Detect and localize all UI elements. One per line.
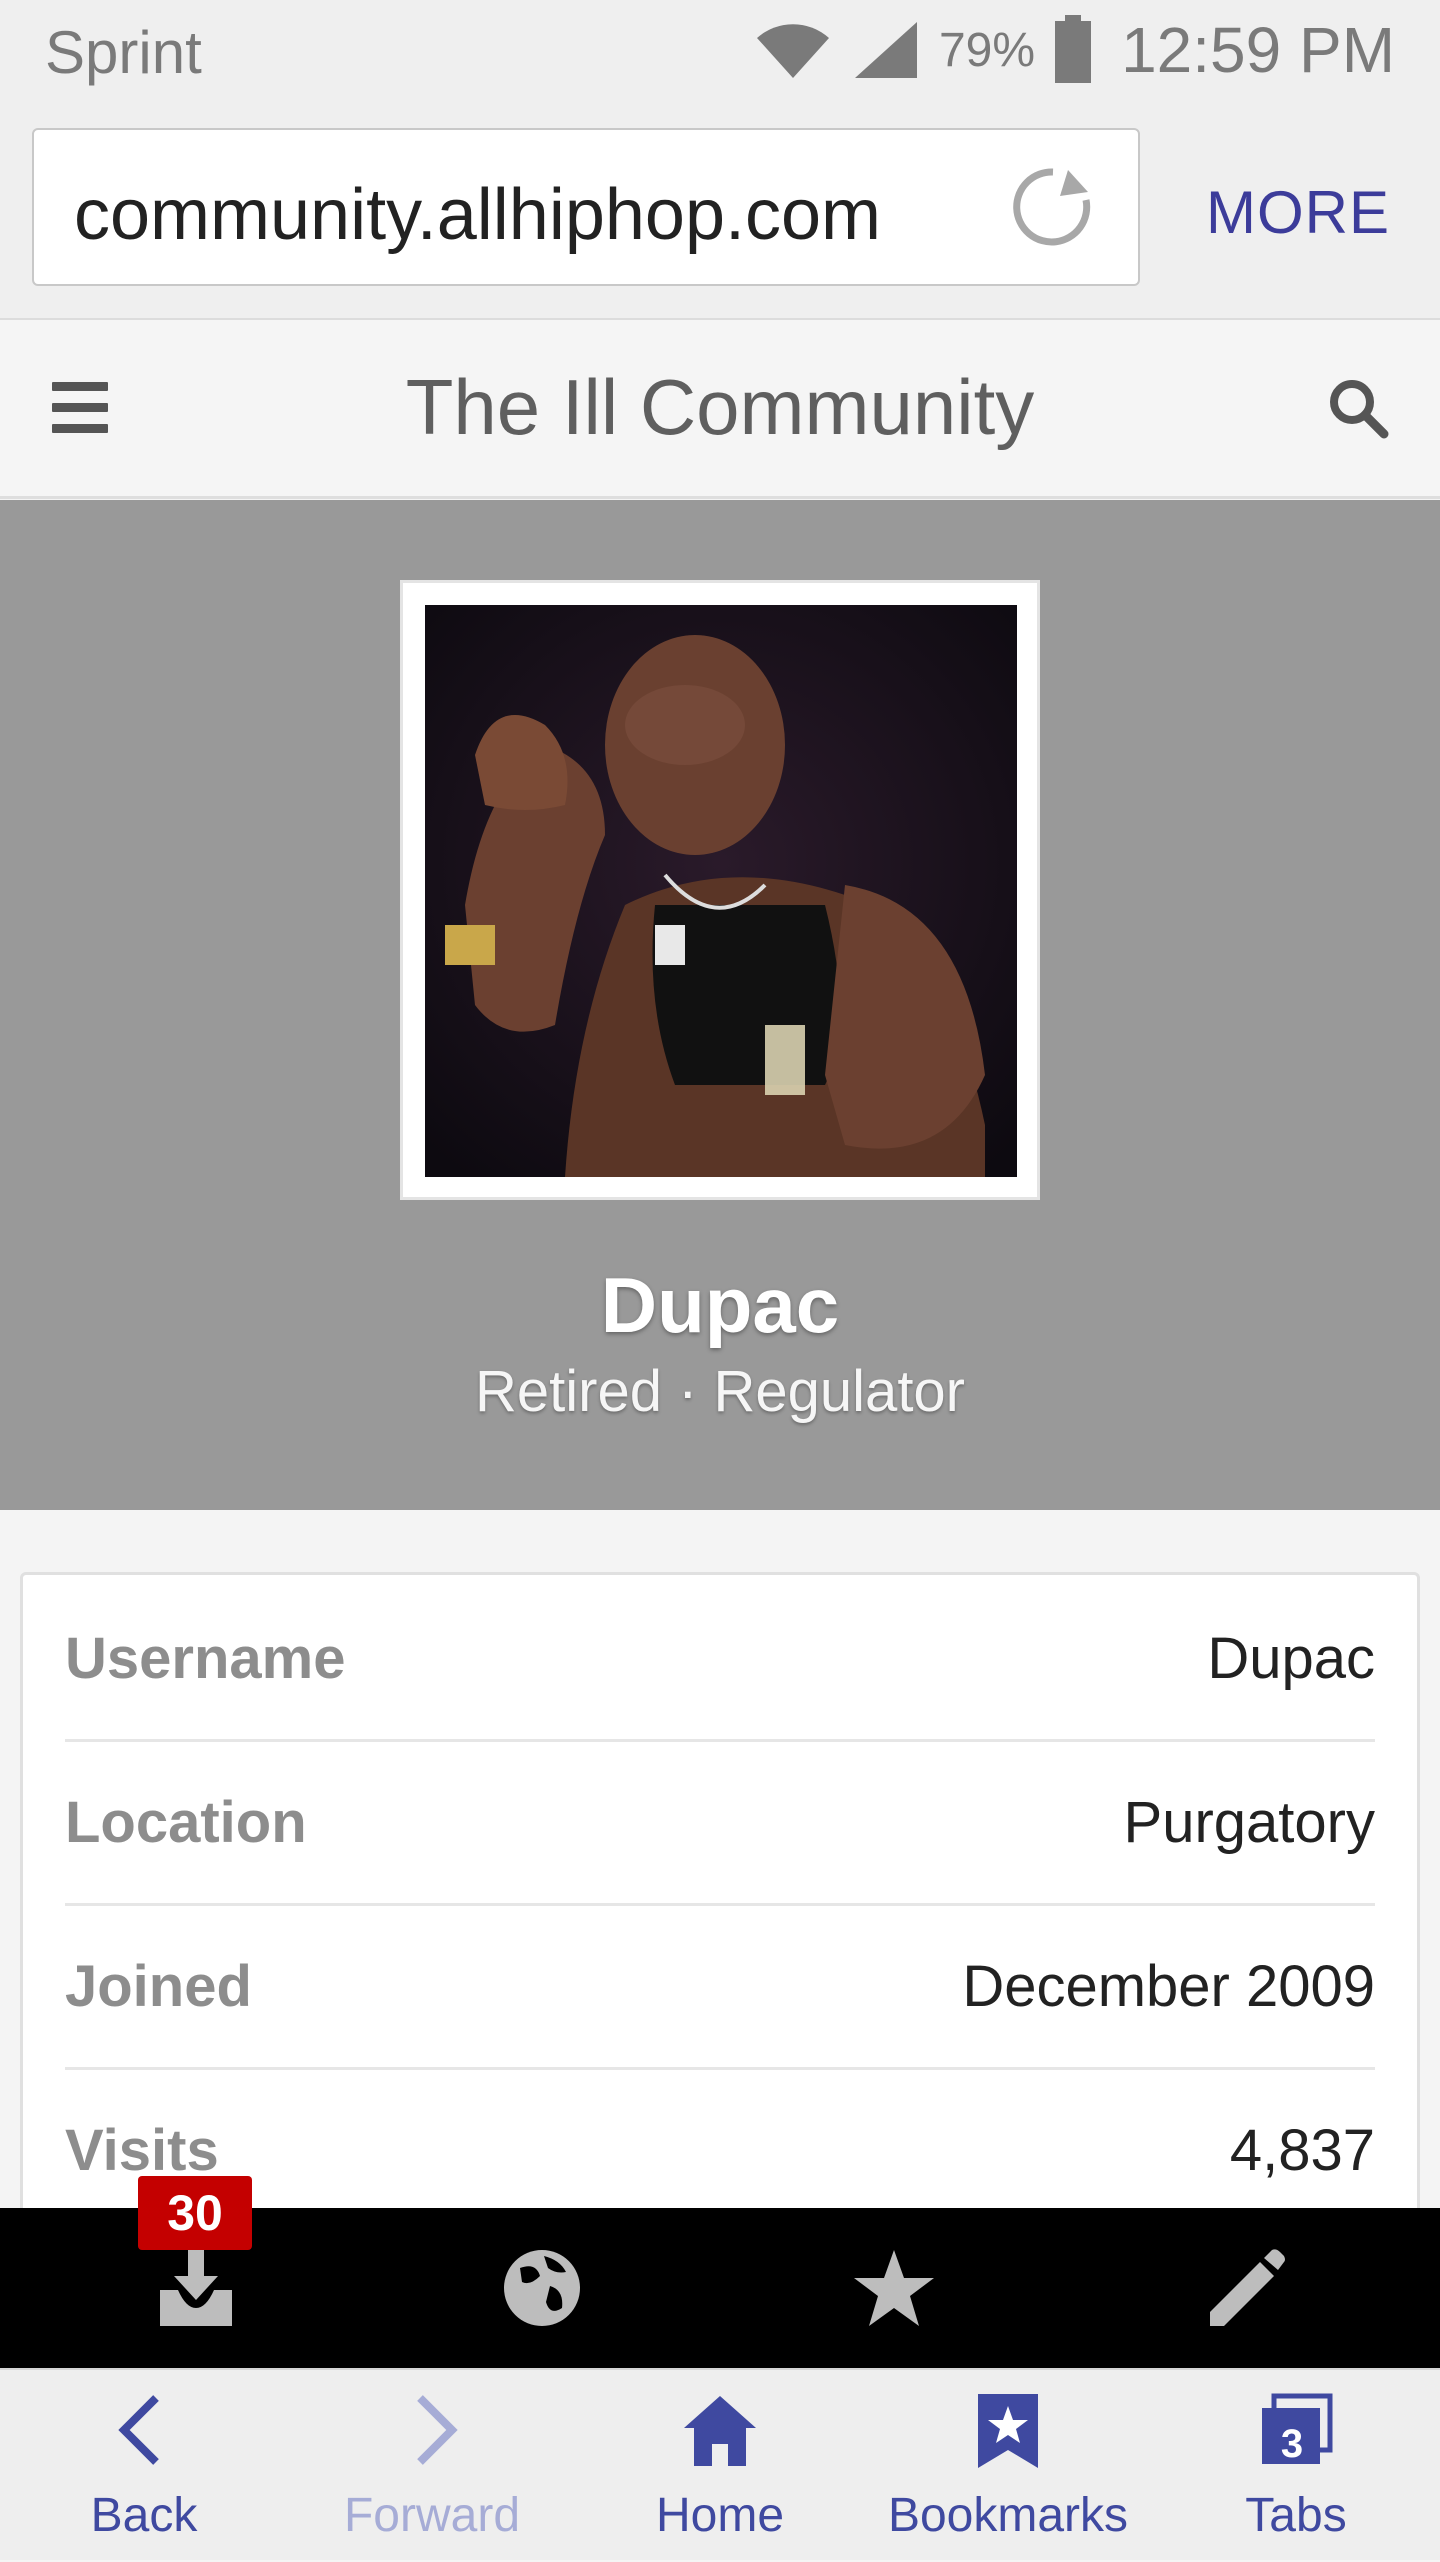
profile-rank: Retired · Regulator	[475, 1359, 965, 1424]
info-label: Joined	[65, 1954, 252, 2019]
bookmarks-button[interactable]: Bookmarks	[864, 2370, 1152, 2562]
back-arrow-icon	[118, 2395, 159, 2465]
info-label: Visits	[65, 2118, 219, 2183]
profile-banner: Dupac Retired · Regulator	[0, 500, 1440, 1510]
status-bar: Sprint 79% 12:59 PM	[0, 0, 1440, 100]
tabs-count: 3	[1280, 2422, 1304, 2466]
more-button[interactable]: MORE	[1206, 178, 1390, 247]
bookmark-star-icon	[978, 2394, 1038, 2468]
home-icon	[684, 2396, 756, 2466]
info-row-location: Location Purgatory	[65, 1739, 1375, 1906]
info-value: Dupac	[1207, 1626, 1375, 1691]
reload-icon[interactable]	[1008, 162, 1098, 252]
globe-button[interactable]	[440, 2208, 640, 2368]
info-value: Purgatory	[1123, 1790, 1375, 1855]
search-icon[interactable]	[1326, 376, 1390, 440]
info-row-username: Username Dupac	[65, 1575, 1375, 1742]
info-label: Location	[65, 1790, 307, 1855]
forward-label: Forward	[343, 2489, 521, 2542]
info-row-joined: Joined December 2009	[65, 1903, 1375, 2070]
bookmarks-label: Bookmarks	[887, 2489, 1129, 2542]
info-row-visits: Visits 4,837	[65, 2067, 1375, 2231]
profile-name: Dupac	[600, 1261, 840, 1349]
forward-button[interactable]: Forward	[288, 2370, 576, 2562]
pencil-icon	[1210, 2249, 1285, 2326]
avatar[interactable]	[400, 580, 1040, 1200]
battery-percent: 79%	[938, 23, 1036, 77]
info-value: December 2009	[962, 1954, 1375, 2019]
site-header: The Ill Community	[0, 320, 1440, 499]
inbox-count-badge: 30	[138, 2176, 252, 2250]
home-button[interactable]: Home	[576, 2370, 864, 2562]
forward-arrow-icon	[417, 2395, 458, 2465]
info-value: 4,837	[1229, 2118, 1375, 2183]
home-label: Home	[655, 2489, 785, 2542]
carrier-name: Sprint	[45, 19, 202, 86]
wifi-icon	[756, 24, 829, 78]
favorites-button[interactable]	[792, 2208, 992, 2368]
back-button[interactable]: Back	[0, 2370, 288, 2562]
clock: 12:59 PM	[1121, 14, 1395, 86]
tabs-label: Tabs	[1245, 2489, 1347, 2542]
address-bar: community.allhiphop.com MORE	[0, 100, 1440, 320]
browser-bottom-nav: Back Forward Home Bookmarks 3 Tabs	[0, 2368, 1440, 2560]
cell-signal-icon	[854, 22, 917, 78]
status-icons: 79% 12:59 PM	[753, 10, 1395, 90]
compose-button[interactable]	[1144, 2208, 1344, 2368]
tabs-button[interactable]: 3 Tabs	[1152, 2370, 1440, 2562]
star-icon	[854, 2250, 934, 2326]
back-label: Back	[90, 2489, 198, 2542]
globe-icon	[504, 2250, 580, 2326]
battery-icon	[1055, 15, 1092, 83]
url-text: community.allhiphop.com	[74, 175, 882, 255]
info-label: Username	[65, 1626, 346, 1691]
url-field[interactable]: community.allhiphop.com	[32, 128, 1140, 286]
avatar-photo	[425, 605, 1017, 1177]
inbox-download-icon	[160, 2250, 232, 2326]
site-title[interactable]: The Ill Community	[0, 362, 1440, 453]
